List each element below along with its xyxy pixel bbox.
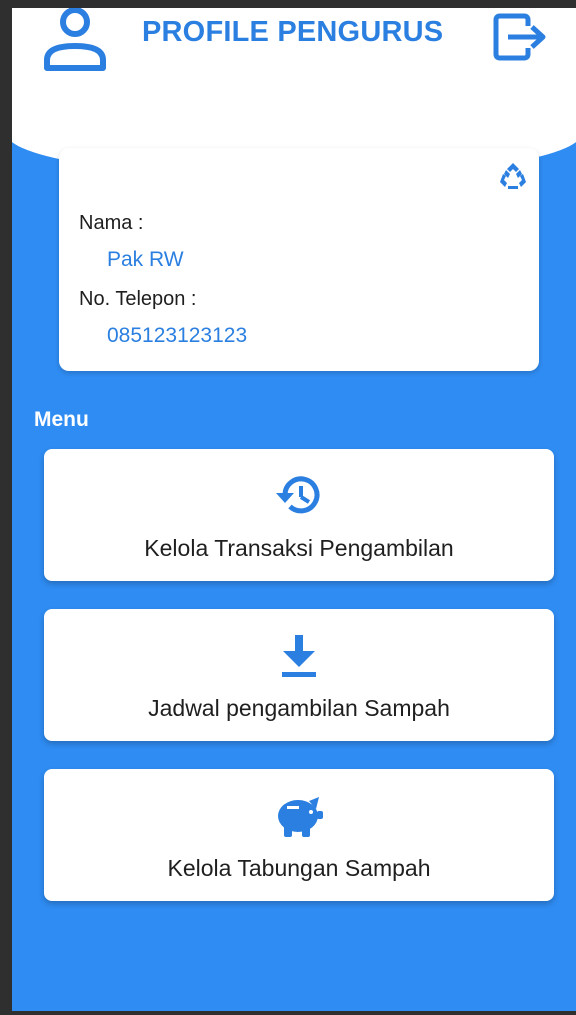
recycle-icon[interactable] (497, 160, 529, 192)
download-icon (282, 635, 316, 677)
menu-item-label: Kelola Tabungan Sampah (167, 855, 431, 881)
piggy-bank-icon (278, 797, 323, 837)
app-screen: PROFILE PENGURUS Nama : Pak RW No. Telep… (12, 8, 576, 1011)
phone-label: No. Telepon : (79, 288, 197, 310)
name-label: Nama : (79, 212, 144, 234)
menu-item-label: Kelola Transaksi Pengambilan (144, 535, 454, 561)
name-value: Pak RW (107, 248, 184, 271)
page-title: PROFILE PENGURUS (142, 16, 444, 48)
logout-icon[interactable] (492, 12, 548, 62)
phone-value: 085123123123 (107, 324, 248, 347)
menu-item-kelola-transaksi[interactable]: Kelola Transaksi Pengambilan (44, 449, 554, 581)
history-icon (276, 476, 320, 514)
device-frame: PROFILE PENGURUS Nama : Pak RW No. Telep… (0, 0, 576, 1015)
menu-title: Menu (34, 408, 89, 431)
person-outline-icon[interactable] (40, 8, 110, 72)
menu-item-jadwal-pengambilan[interactable]: Jadwal pengambilan Sampah (44, 609, 554, 741)
menu-item-label: Jadwal pengambilan Sampah (148, 695, 450, 721)
profile-card: Nama : Pak RW No. Telepon : 085123123123 (59, 148, 539, 371)
menu-item-kelola-tabungan[interactable]: Kelola Tabungan Sampah (44, 769, 554, 901)
